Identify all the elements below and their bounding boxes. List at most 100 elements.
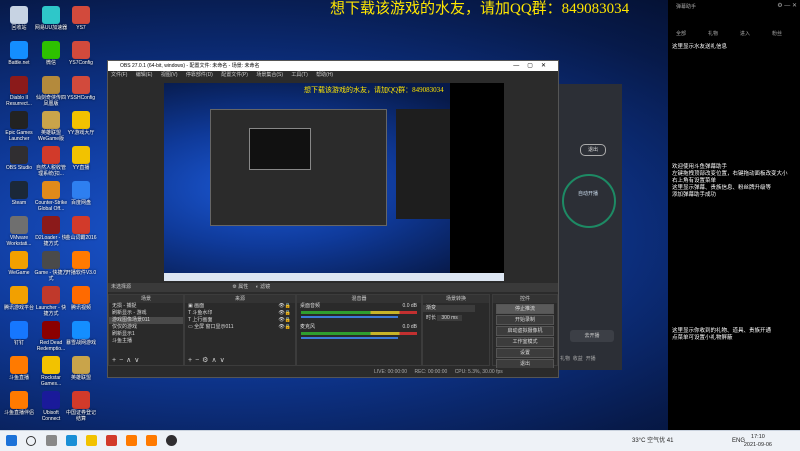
desktop-icon[interactable]: 中国证券登记结算	[64, 391, 98, 435]
audio-meter	[301, 311, 417, 314]
properties-button[interactable]: 属性	[238, 284, 248, 290]
desktop-icon-label: 百度网盘	[70, 200, 91, 206]
douyu-companion-icon[interactable]	[146, 435, 157, 446]
desktop-icon-label: 中国证券登记结算	[65, 410, 96, 422]
scene-item[interactable]: 斗鱼主播	[109, 338, 183, 345]
desktop-icon[interactable]: 斗鱼直播伴侣	[2, 391, 36, 435]
preview-canvas[interactable]: 想下载该游戏的水友，请加QQ群：849083034	[164, 83, 504, 281]
controls-dock: 控件 停止推流 开始录制 启动虚拟摄像机 工作室模式 设置 退出	[492, 294, 558, 369]
studio-mode-button[interactable]: 工作室模式	[496, 337, 554, 347]
weather[interactable]: 33°C 空气优 41	[632, 431, 673, 451]
douyu-app-icon[interactable]	[126, 435, 137, 446]
source-item[interactable]: T 上行画面 👁🔒	[185, 317, 295, 324]
obs-window[interactable]: OBS 27.0.1 (64-bit, windows) - 配置文件: 未命名…	[107, 60, 559, 378]
tab-gifts[interactable]: 礼物	[708, 30, 718, 37]
eye-lock-icon[interactable]: 👁🔒	[278, 310, 291, 317]
app-icon	[42, 321, 60, 339]
date: 2021-09-06	[743, 442, 772, 448]
explorer-icon[interactable]	[86, 435, 97, 446]
settings-button[interactable]: 设置	[496, 348, 554, 358]
start-recording-button[interactable]: 开始录制	[496, 315, 554, 325]
panel-controls[interactable]: ⚙ — ✕	[777, 2, 797, 9]
scene-item[interactable]: 刷新显示1	[109, 331, 183, 338]
exit-button[interactable]: 退出	[580, 144, 606, 156]
stop-streaming-button[interactable]: 停止推流	[496, 304, 554, 314]
scene-item[interactable]: 仅仅的游戏	[109, 324, 183, 331]
menu-item[interactable]: 工具(T)	[291, 72, 307, 78]
footer-tab[interactable]: 收益	[573, 356, 583, 362]
footer-tab[interactable]: 开播	[586, 356, 596, 362]
menu-item[interactable]: 文件(F)	[111, 72, 127, 78]
app-icon	[72, 111, 90, 129]
menu-item[interactable]: 视图(V)	[161, 72, 178, 78]
eye-lock-icon[interactable]: 👁🔒	[278, 303, 291, 310]
source-item[interactable]: T 斗鱼水印 👁🔒	[185, 310, 295, 317]
desktop-icon-label: 英雄联盟	[70, 375, 91, 381]
gear-icon[interactable]: ⚙	[232, 284, 236, 290]
status-text: 自动开播	[577, 191, 598, 197]
obs-icon[interactable]	[166, 435, 177, 446]
scene-item[interactable]: 刷新显示 - 游戏	[109, 310, 183, 317]
menu-item[interactable]: 配置文件(P)	[221, 72, 248, 78]
dock-title: 混音器	[297, 295, 421, 303]
preview-companion	[396, 109, 451, 219]
source-dock-buttons[interactable]: +−⚙∧∨	[188, 356, 228, 364]
desktop-icon-label: 仙剑奇侠传四 凤凰版	[35, 95, 66, 107]
source-item[interactable]: ▣ 画面 👁🔒	[185, 303, 295, 310]
menu-item[interactable]: 停靠部件(D)	[186, 72, 213, 78]
app-icon	[42, 6, 60, 24]
desktop-icon-label: 回收站	[11, 25, 27, 31]
audio-meter	[301, 332, 417, 335]
transitions-dock: 场景转换 渐变 时长 300 ms	[422, 294, 490, 366]
eye-lock-icon[interactable]: 👁🔒	[278, 317, 291, 324]
task-view-icon[interactable]	[46, 435, 57, 446]
app-icon[interactable]	[106, 435, 117, 446]
clock[interactable]: 17:10 2021-09-06	[744, 433, 772, 449]
preview-banner: 想下载该游戏的水友，请加QQ群：849083034	[304, 86, 444, 94]
source-toolbar: 未选择源 ⚙ 属性 ◐ 滤镜	[108, 283, 558, 292]
app-icon	[42, 391, 60, 409]
desktop-icon-label: YY游戏大厅	[67, 130, 95, 136]
start-icon[interactable]	[6, 435, 17, 446]
window-controls[interactable]: —▢✕	[513, 61, 554, 71]
menu-item[interactable]: 帮助(H)	[316, 72, 333, 78]
dock-title: 场景	[109, 295, 183, 303]
app-icon	[42, 146, 60, 164]
desktop-icon-label: 斗鱼直播伴侣	[3, 410, 34, 416]
desktop-icon-label: Rockstar Games...	[40, 375, 62, 387]
desktop-icon-label: OBS Studio	[5, 165, 33, 171]
desktop-icon-label: D2Loader - 快捷方式	[35, 235, 67, 247]
duration-input[interactable]: 300 ms	[437, 315, 462, 321]
app-icon	[10, 41, 28, 59]
scene-item[interactable]: 游戏图像场景011	[109, 317, 183, 324]
preview-taskbar	[164, 273, 504, 281]
scene-item[interactable]: 无损 - 捕捉	[109, 303, 183, 310]
filter-icon[interactable]: ◐	[256, 284, 259, 290]
volume-slider[interactable]	[301, 337, 398, 339]
volume-slider[interactable]	[301, 316, 398, 318]
edge-icon[interactable]	[66, 435, 77, 446]
filters-button[interactable]: 滤镜	[260, 284, 270, 290]
virtual-camera-button[interactable]: 启动虚拟摄像机	[496, 326, 554, 336]
search-icon[interactable]	[26, 436, 36, 446]
live-companion-window[interactable]: 退出 自动开播 去开播 礼物 收益 开播	[556, 84, 622, 370]
transition-select[interactable]: 渐变	[423, 305, 475, 312]
tab-enter[interactable]: 进入	[740, 30, 750, 37]
eye-lock-icon[interactable]: 👁🔒	[278, 324, 291, 331]
welcome-note: 欢迎使用斗鱼弹幕助手 左键拖拽顶部改变位置，右键拖动面板改变大小 右上角有设置菜…	[672, 164, 788, 198]
footer-tab[interactable]: 礼物	[560, 356, 570, 362]
source-item[interactable]: ▭ 全屏 窗口显示011 👁🔒	[185, 324, 295, 331]
menu-item[interactable]: 场景集合(S)	[256, 72, 283, 78]
desktop-icon[interactable]: Ubisoft Connect	[34, 391, 68, 435]
desktop-icon-label: Epic Games Launcher	[5, 130, 33, 142]
obs-titlebar[interactable]: OBS 27.0.1 (64-bit, windows) - 配置文件: 未命名…	[108, 61, 558, 71]
go-live-button[interactable]: 去开播	[570, 330, 614, 342]
scene-dock-buttons[interactable]: +−∧∨	[112, 356, 142, 364]
tab-all[interactable]: 全部	[676, 30, 686, 37]
menu-item[interactable]: 编辑(E)	[136, 72, 153, 78]
tab-fans[interactable]: 粉丝	[772, 30, 782, 37]
danmaku-panel[interactable]: 弹幕助手 ⚙ — ✕ 全部 礼物 进入 粉丝 这里显示水友送礼信息 欢迎使用斗鱼…	[668, 0, 800, 430]
app-icon	[72, 391, 90, 409]
desktop-icon-label: 自然人税收管理系统(扣...	[35, 165, 66, 177]
desktop-icon-label: 腾讯视频	[70, 305, 91, 311]
